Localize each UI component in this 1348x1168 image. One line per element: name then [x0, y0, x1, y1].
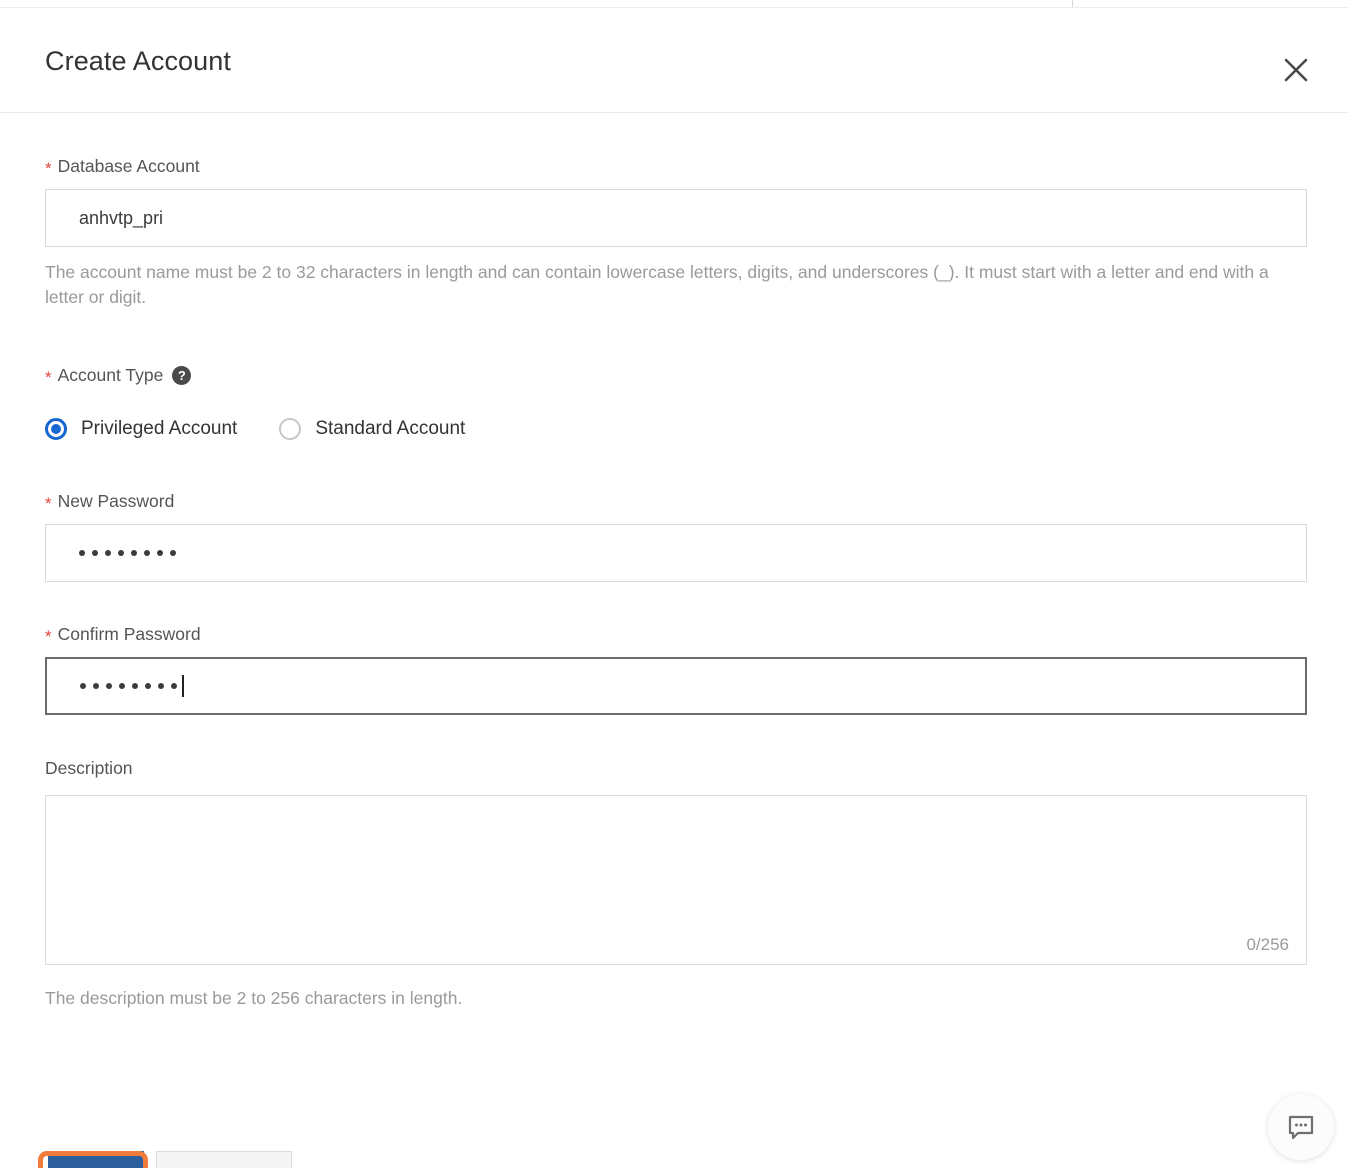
new-password-label-text: New Password — [57, 491, 175, 511]
database-account-value: anhvtp_pri — [79, 207, 164, 228]
database-account-hint: The account name must be 2 to 32 charact… — [45, 262, 1269, 308]
radio-marker — [279, 418, 302, 440]
confirm-password-label: * Confirm Password — [45, 624, 201, 645]
database-account-label: * Database Account — [45, 156, 200, 177]
description-label-text: Description — [45, 758, 133, 778]
description-label: Description — [45, 758, 133, 779]
dialog-header: Create Account — [0, 8, 1348, 113]
account-type-radio-group: Privileged Account Standard Account — [45, 418, 507, 440]
description-textarea[interactable]: 0/256 — [45, 795, 1307, 965]
radio-standard-account[interactable]: Standard Account — [279, 418, 465, 440]
account-type-label: * Account Type ? — [45, 365, 192, 387]
confirm-password-label-text: Confirm Password — [57, 624, 201, 644]
cancel-button[interactable]: Cancel — [156, 1151, 292, 1168]
database-account-input[interactable]: anhvtp_pri — [45, 189, 1307, 247]
description-hint: The description must be 2 to 256 charact… — [45, 988, 463, 1008]
account-type-label-text: Account Type — [57, 365, 164, 385]
new-password-label: * New Password — [45, 491, 174, 512]
chat-widget-button[interactable] — [1268, 1094, 1334, 1160]
field-database-account: * Database Account — [45, 156, 200, 177]
required-asterisk: * — [45, 494, 52, 513]
ok-button[interactable]: OK — [48, 1151, 144, 1168]
text-cursor — [182, 675, 184, 697]
help-icon[interactable]: ? — [172, 366, 192, 385]
confirm-password-input[interactable] — [45, 657, 1307, 715]
create-account-dialog: Create Account * Database Account anhvtp… — [0, 8, 1348, 1168]
description-char-counter: 0/256 — [1246, 935, 1289, 954]
screen-root: Create Account * Database Account anhvtp… — [0, 0, 1348, 1168]
confirm-password-masked-value — [80, 683, 177, 689]
new-password-masked-value — [79, 550, 176, 556]
chat-bubble-icon — [1288, 1115, 1314, 1140]
new-password-input[interactable] — [45, 524, 1307, 582]
radio-marker-selected — [45, 418, 67, 440]
radio-privileged-account[interactable]: Privileged Account — [45, 418, 237, 440]
field-new-password: * New Password — [45, 491, 174, 512]
field-description: Description — [45, 758, 133, 779]
radio-standard-account-label: Standard Account — [315, 418, 466, 439]
radio-privileged-account-label: Privileged Account — [81, 418, 238, 439]
close-icon[interactable] — [1276, 50, 1316, 90]
required-asterisk: * — [45, 159, 52, 178]
page-title: Create Account — [45, 46, 232, 76]
database-account-label-text: Database Account — [57, 156, 200, 176]
field-confirm-password: * Confirm Password — [45, 624, 201, 645]
field-account-type: * Account Type ? — [45, 365, 192, 387]
required-asterisk: * — [45, 627, 52, 646]
required-asterisk: * — [45, 368, 52, 387]
